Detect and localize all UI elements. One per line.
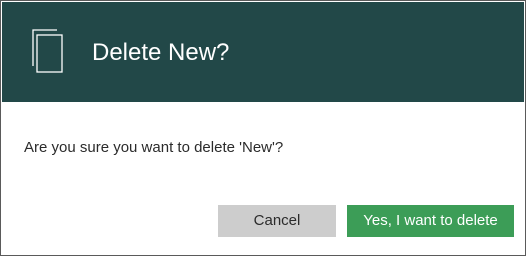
dialog-title: Delete New? — [92, 39, 230, 66]
delete-confirmation-dialog: Delete New? Are you sure you want to del… — [0, 0, 526, 256]
cancel-button[interactable]: Cancel — [218, 205, 336, 237]
dialog-header: Delete New? — [2, 2, 524, 102]
dialog-message: Are you sure you want to delete 'New'? — [24, 139, 284, 156]
document-icon — [28, 28, 64, 74]
confirm-delete-button[interactable]: Yes, I want to delete — [347, 205, 514, 237]
